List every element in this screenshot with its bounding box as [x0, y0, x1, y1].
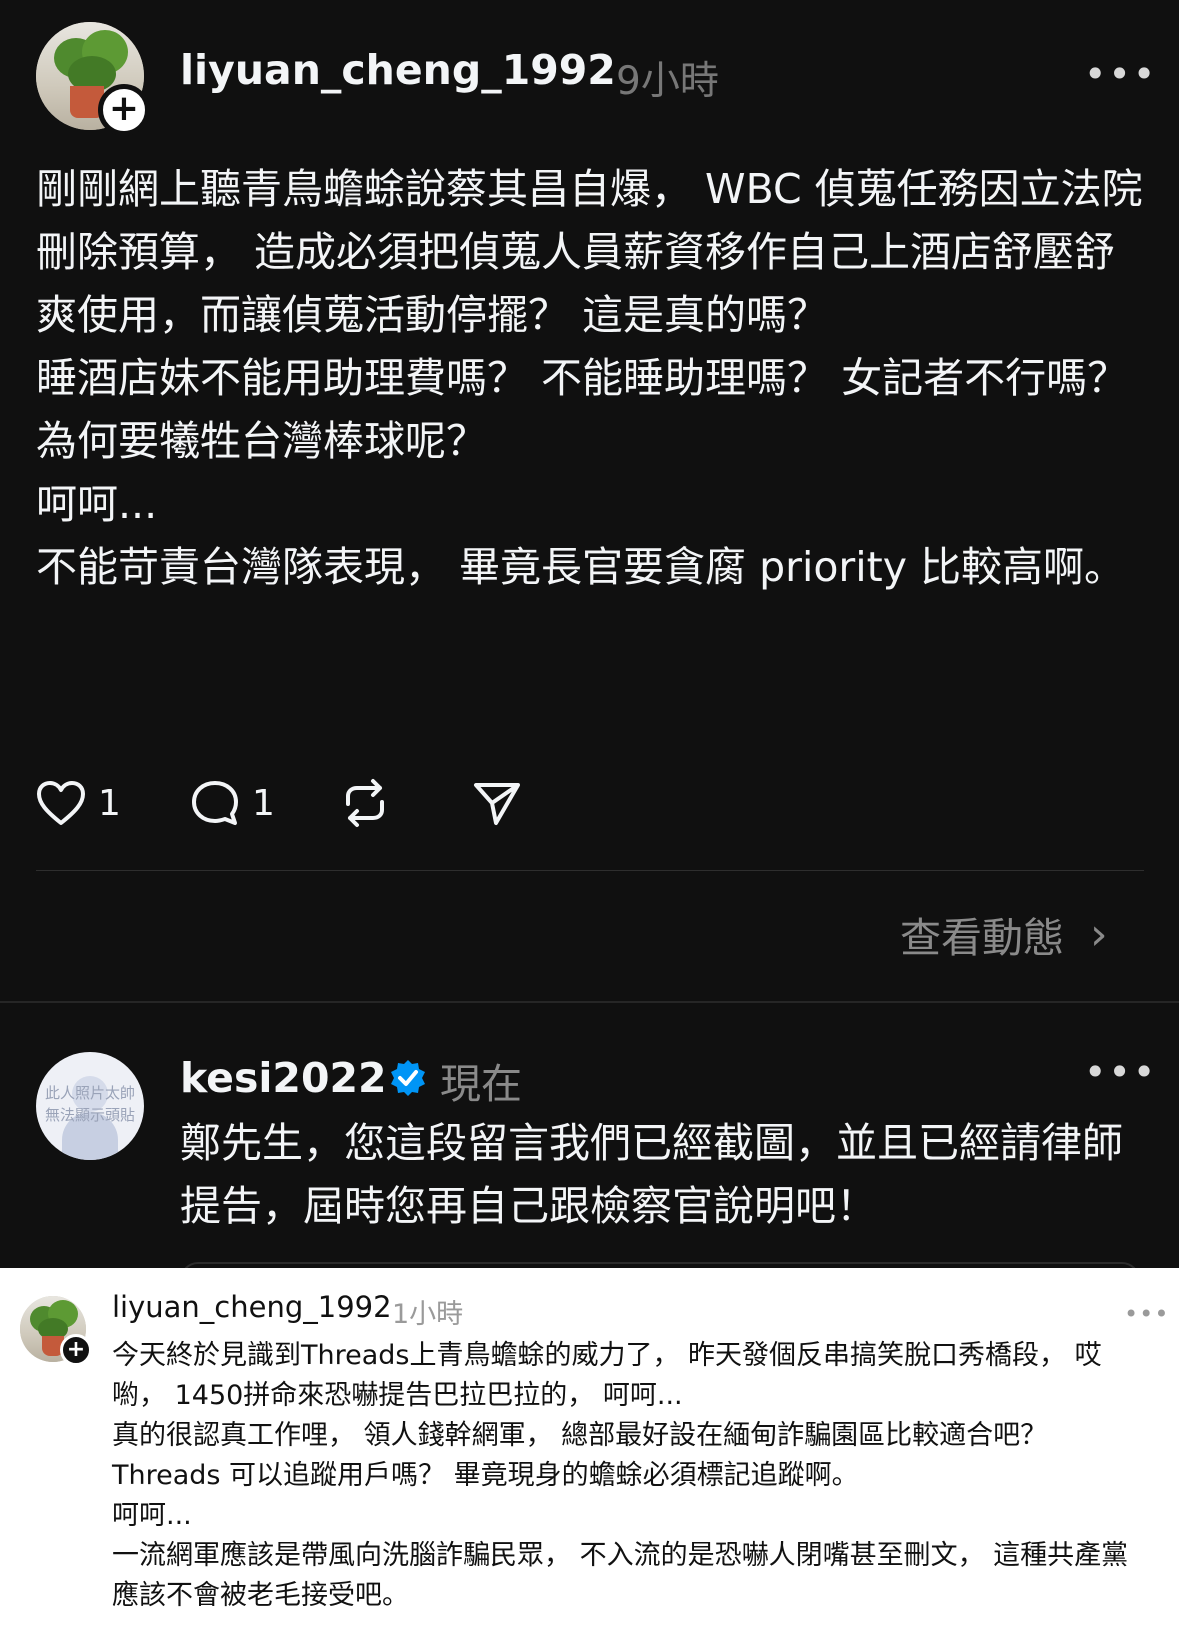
threads-dark-view: + liyuan_cheng_1992 9小時 ••• 剛剛網上聽青鳥蟾蜍說蔡其…	[0, 0, 1179, 1282]
screenshot-body: 今天終於見識到Threads上青鳥蟾蜍的威力了， 昨天發個反串搞笑脫口秀橋段， …	[112, 1336, 1152, 1616]
like-button[interactable]: 1	[36, 778, 121, 828]
screenshot-paragraph: 呵呵...	[112, 1500, 192, 1531]
reply-text: 鄭先生，您這段留言我們已經截圖，並且已經請律師提告，屆時您再自己跟檢察官說明吧！	[180, 1119, 1123, 1230]
post-timestamp: 9小時	[616, 59, 719, 104]
more-icon[interactable]: •••	[1124, 1302, 1169, 1326]
avatar-caption: 此人照片太帥 無法顯示頭貼	[44, 1084, 135, 1124]
comment-button[interactable]: 1	[190, 778, 275, 828]
divider	[36, 870, 1144, 871]
screenshot-timestamp: 1小時	[392, 1299, 464, 1330]
screenshot-paragraph: 真的很認真工作哩， 領人錢幹網軍， 總部最好設在緬甸詐騙園區比較適合吧？ Thr…	[112, 1420, 1048, 1491]
post-body: 剛剛網上聽青鳥蟾蜍說蔡其昌自爆， WBC 偵蒐任務因立法院刪除預算， 造成必須把…	[36, 158, 1146, 599]
avatar[interactable]: 此人照片太帥 無法顯示頭貼	[36, 1052, 144, 1160]
screenshot-post: + liyuan_cheng_1992 1小時 ••• 今天終於見識到Threa…	[0, 1268, 1179, 1632]
share-button[interactable]	[472, 778, 522, 828]
heart-icon	[37, 781, 85, 825]
view-activity-label: 查看動態	[900, 914, 1064, 962]
comment-icon	[192, 781, 238, 825]
more-icon[interactable]: •••	[1084, 1053, 1157, 1091]
follow-plus-icon[interactable]: +	[98, 84, 150, 136]
more-icon[interactable]: •••	[1084, 55, 1157, 93]
repost-icon	[346, 779, 384, 827]
post-paragraph: 剛剛網上聽青鳥蟾蜍說蔡其昌自爆， WBC 偵蒐任務因立法院刪除預算， 造成必須把…	[36, 165, 1143, 339]
screenshot-paragraph: 一流網軍應該是帶風向洗腦詐騙民眾， 不入流的是恐嚇人閉嘴甚至刪文， 這種共產黨應…	[112, 1540, 1129, 1611]
follow-plus-icon[interactable]: +	[60, 1334, 92, 1366]
reply-username[interactable]: kesi2022	[180, 1054, 387, 1102]
verified-badge-icon	[391, 1060, 425, 1096]
share-icon	[474, 783, 520, 825]
post-paragraph: 不能苛責台灣隊表現， 畢竟長官要貪腐 priority 比較高啊。	[36, 543, 1126, 591]
chevron-right-icon: ›	[1090, 908, 1108, 960]
screenshot-username[interactable]: liyuan_cheng_1992	[112, 1290, 392, 1324]
post-paragraph: 呵呵...	[36, 480, 158, 528]
post-paragraph: 睡酒店妹不能用助理費嗎？ 不能睡助理嗎？ 女記者不行嗎？為何要犧牲台灣棒球呢？	[36, 354, 1129, 465]
divider	[0, 1001, 1179, 1003]
repost-button[interactable]	[340, 778, 390, 828]
view-activity-link[interactable]: 查看動態 ›	[900, 904, 1108, 964]
reply-timestamp: 現在	[440, 1060, 522, 1108]
screenshot-paragraph: 今天終於見識到Threads上青鳥蟾蜍的威力了， 昨天發個反串搞笑脫口秀橋段， …	[112, 1340, 1102, 1411]
comment-count: 1	[252, 782, 275, 824]
like-count: 1	[98, 782, 121, 824]
post-username[interactable]: liyuan_cheng_1992	[180, 46, 616, 94]
